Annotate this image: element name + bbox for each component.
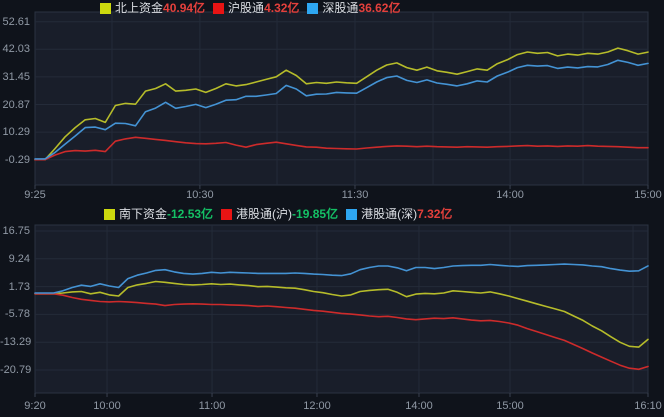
x-axis-label: 10:30 — [186, 189, 214, 201]
y-axis-label: 10.29 — [0, 126, 30, 138]
x-axis-label: 14:00 — [405, 400, 433, 412]
capital-flow-dashboard: { "theme": { "page_bg": "#0f131b", "plot… — [0, 0, 664, 417]
northbound-legend: 北上资金40.94亿沪股通4.32亿深股通36.62亿 — [100, 2, 400, 15]
legend-label: 南下资金 — [119, 208, 167, 221]
y-axis-label: -13.29 — [0, 336, 30, 348]
legend-swatch-icon — [221, 209, 232, 220]
legend-swatch-icon — [104, 209, 115, 220]
y-axis-label: -5.78 — [0, 308, 30, 320]
legend-swatch-icon — [100, 3, 111, 14]
legend-value: 4.32亿 — [264, 2, 299, 15]
x-axis-label: 10:00 — [93, 400, 121, 412]
legend-value: -12.53亿 — [167, 208, 213, 221]
legend-label: 北上资金 — [115, 2, 163, 15]
x-axis-label: 12:00 — [303, 400, 331, 412]
legend-item[interactable]: 港股通(深)7.32亿 — [346, 208, 452, 221]
southbound-chart-panel: 南下资金-12.53亿港股通(沪)-19.85亿港股通(深)7.32亿 16.7… — [0, 205, 664, 417]
x-axis-label: 16:10 — [634, 400, 662, 412]
legend-item[interactable]: 沪股通4.32亿 — [213, 2, 299, 15]
x-axis-label: 15:00 — [496, 400, 524, 412]
x-axis-label: 9:25 — [24, 189, 45, 201]
legend-item[interactable]: 深股通36.62亿 — [307, 2, 400, 15]
legend-value: -19.85亿 — [292, 208, 338, 221]
legend-value: 36.62亿 — [358, 2, 400, 15]
northbound-chart-plot[interactable] — [0, 0, 664, 205]
legend-swatch-icon — [213, 3, 224, 14]
legend-item[interactable]: 北上资金40.94亿 — [100, 2, 205, 15]
legend-item[interactable]: 港股通(沪)-19.85亿 — [221, 208, 338, 221]
y-axis-label: 31.45 — [0, 71, 30, 83]
x-axis-label: 15:00 — [634, 189, 662, 201]
x-axis-label: 11:30 — [342, 189, 369, 201]
y-axis-label: -0.29 — [0, 154, 30, 166]
legend-label: 深股通 — [322, 2, 358, 15]
legend-item[interactable]: 南下资金-12.53亿 — [104, 208, 213, 221]
y-axis-label: 20.87 — [0, 99, 30, 111]
y-axis-label: 1.73 — [0, 281, 30, 293]
legend-value: 40.94亿 — [163, 2, 205, 15]
legend-label: 沪股通 — [228, 2, 264, 15]
plot-area — [35, 12, 648, 185]
legend-value: 7.32亿 — [417, 208, 452, 221]
southbound-legend: 南下资金-12.53亿港股通(沪)-19.85亿港股通(深)7.32亿 — [104, 208, 452, 221]
southbound-chart-plot[interactable] — [0, 205, 664, 417]
y-axis-label: -20.79 — [0, 364, 30, 376]
x-axis-label: 11:00 — [199, 400, 226, 412]
y-axis-label: 52.61 — [0, 16, 30, 28]
legend-label: 港股通(深) — [361, 208, 417, 221]
y-axis-label: 16.75 — [0, 225, 30, 237]
legend-swatch-icon — [307, 3, 318, 14]
x-axis-label: 9:20 — [24, 400, 45, 412]
y-axis-label: 9.24 — [0, 253, 30, 265]
legend-swatch-icon — [346, 209, 357, 220]
x-axis-label: 14:00 — [496, 189, 524, 201]
northbound-chart-panel: 北上资金40.94亿沪股通4.32亿深股通36.62亿 52.6142.0331… — [0, 0, 664, 205]
legend-label: 港股通(沪) — [236, 208, 292, 221]
y-axis-label: 42.03 — [0, 43, 30, 55]
